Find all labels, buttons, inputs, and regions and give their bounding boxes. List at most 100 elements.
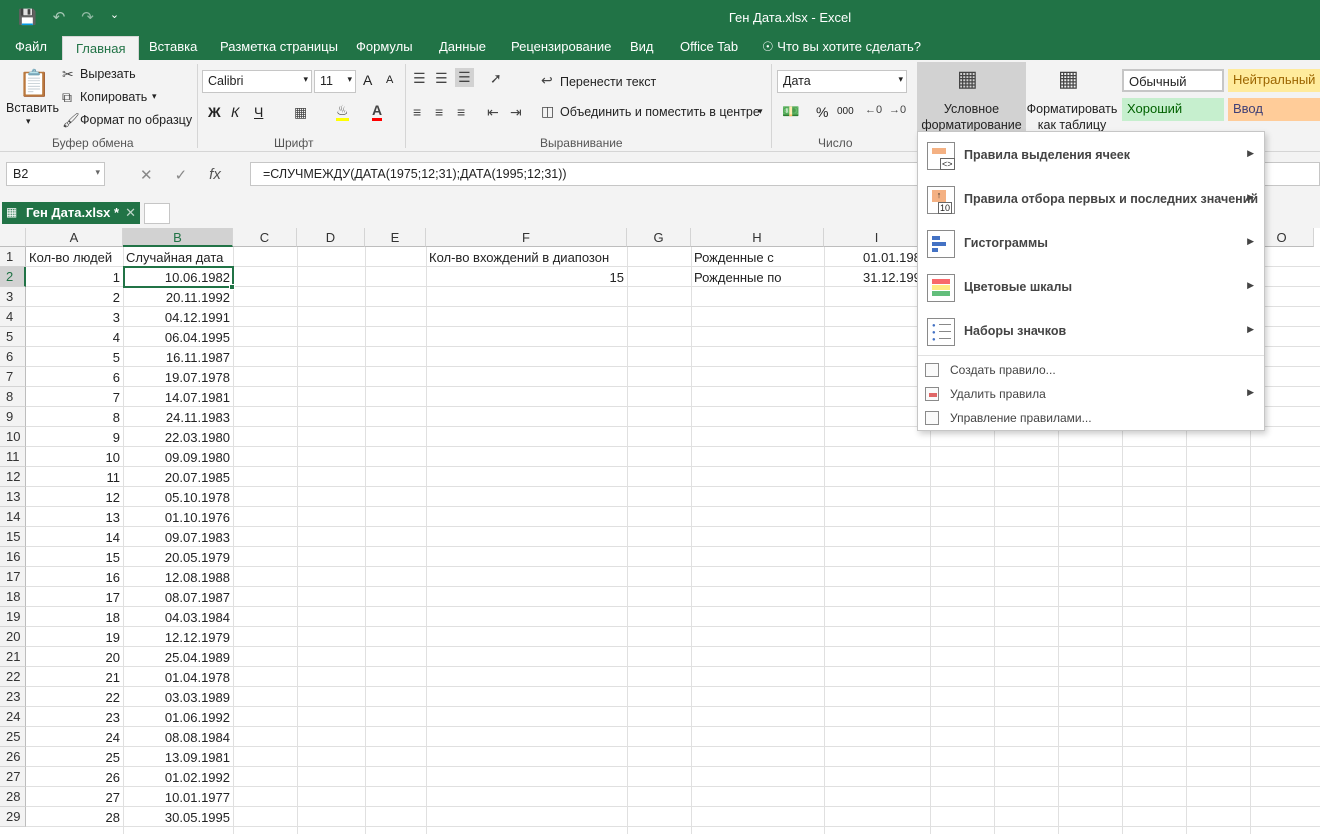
italic-button[interactable]: К [231,104,239,120]
row-header[interactable]: 29 [0,807,26,827]
cell-b[interactable]: 01.06.1992 [123,707,233,727]
font-color-icon[interactable]: A [372,102,383,121]
cell-b[interactable]: 05.10.1978 [123,487,233,507]
cell-b[interactable]: 12.08.1988 [123,567,233,587]
font-size-select[interactable]: 11 ▾ [314,70,356,93]
bold-button[interactable]: Ж [208,104,221,120]
row-header[interactable]: 15 [0,527,26,547]
tab-page-layout[interactable]: Разметка страницы [220,39,338,54]
row-header[interactable]: 19 [0,607,26,627]
cell-a[interactable]: 6 [26,367,123,387]
format-as-table-button[interactable]: Форматировать как таблицу [1026,101,1118,133]
copy-dropdown-icon[interactable]: ▾ [152,91,157,102]
row-header[interactable]: 11 [0,447,26,467]
insert-function-button[interactable]: fx [209,166,221,184]
tab-file[interactable]: Файл [15,39,47,54]
cell-h2[interactable]: Рожденные по [691,267,824,287]
cell-b[interactable]: 03.03.1989 [123,687,233,707]
menu-item-manage-rules[interactable]: Управление правилами... [918,407,1264,429]
menu-item-highlight-rules[interactable]: <> Правила выделения ячеек ▶ [918,134,1264,178]
row-header[interactable]: 12 [0,467,26,487]
cell-a[interactable]: 3 [26,307,123,327]
document-tab[interactable]: ▦ Ген Дата.xlsx * ✕ [2,202,140,224]
row-header[interactable]: 5 [0,327,26,347]
fill-color-icon[interactable]: ♨ [336,102,349,121]
cell-f1[interactable]: Кол-во вхождений в диапозон [426,247,627,267]
tab-insert[interactable]: Вставка [149,39,197,54]
cell-b[interactable]: 09.09.1980 [123,447,233,467]
cell-b[interactable]: 01.02.1992 [123,767,233,787]
menu-item-clear-rules[interactable]: Удалить правила ▶ [918,383,1264,405]
menu-item-icon-sets[interactable]: ● ● ● Наборы значков ▶ [918,310,1264,354]
column-header-d[interactable]: D [297,228,365,247]
row-header[interactable]: 4 [0,307,26,327]
row-header[interactable]: 8 [0,387,26,407]
cell-b[interactable]: 01.04.1978 [123,667,233,687]
paste-button[interactable]: Вставить [6,101,59,115]
new-tab-button[interactable] [144,203,170,224]
style-neutral[interactable]: Нейтральный [1228,69,1320,92]
cell-b1[interactable]: Случайная дата [123,247,233,267]
grow-font-button[interactable]: A [363,72,372,88]
row-header[interactable]: 3 [0,287,26,307]
name-box[interactable]: B2 ▾ [6,162,105,186]
align-right-icon[interactable]: ≡ [457,104,465,120]
align-center-icon[interactable]: ≡ [435,104,443,120]
cell-a[interactable]: 8 [26,407,123,427]
orientation-icon[interactable]: ➚ [490,70,502,87]
cell-f2[interactable]: 15 [426,267,627,287]
row-header[interactable]: 10 [0,427,26,447]
cell-a[interactable]: 13 [26,507,123,527]
increase-indent-icon[interactable]: ⇥ [510,104,522,121]
percent-button[interactable]: % [816,104,828,120]
cell-a[interactable]: 20 [26,647,123,667]
align-middle-icon[interactable]: ☰ [435,70,448,87]
cell-b[interactable]: 04.12.1991 [123,307,233,327]
cell-b[interactable]: 25.04.1989 [123,647,233,667]
cell-b[interactable]: 13.09.1981 [123,747,233,767]
cell-b[interactable]: 06.04.1995 [123,327,233,347]
cell-a[interactable]: 24 [26,727,123,747]
row-header[interactable]: 24 [0,707,26,727]
cell-a[interactable]: 18 [26,607,123,627]
conditional-formatting-button[interactable]: ▦ Условное форматирование [917,62,1026,134]
row-header[interactable]: 22 [0,667,26,687]
cell-a[interactable]: 23 [26,707,123,727]
paste-dropdown-icon[interactable]: ▾ [26,116,31,127]
cell-b[interactable]: 22.03.1980 [123,427,233,447]
copy-button[interactable]: Копировать [80,90,147,104]
enter-icon[interactable]: ✓ [175,166,188,184]
cell-b[interactable]: 12.12.1979 [123,627,233,647]
cell-b[interactable]: 20.07.1985 [123,467,233,487]
cut-button[interactable]: Вырезать [80,67,136,81]
tab-formulas[interactable]: Формулы [356,39,413,54]
column-header-e[interactable]: E [365,228,426,247]
format-painter-button[interactable]: Формат по образцу [80,113,192,127]
row-header[interactable]: 18 [0,587,26,607]
column-header-i[interactable]: I [824,228,930,247]
cell-b[interactable]: 08.08.1984 [123,727,233,747]
cell-a[interactable]: 7 [26,387,123,407]
row-header[interactable]: 1 [0,247,26,267]
row-header[interactable]: 9 [0,407,26,427]
fill-handle[interactable] [229,284,235,290]
tab-review[interactable]: Рецензирование [511,39,611,54]
column-header-h[interactable]: H [691,228,824,247]
cancel-icon[interactable]: ✕ [140,166,153,184]
decrease-indent-icon[interactable]: ⇤ [487,104,499,121]
style-input[interactable]: Ввод [1228,98,1320,121]
tab-home[interactable]: Главная [62,36,140,60]
cell-a[interactable]: 15 [26,547,123,567]
column-header-f[interactable]: F [426,228,627,247]
column-header-a[interactable]: A [26,228,123,247]
row-header[interactable]: 21 [0,647,26,667]
cell-b[interactable]: 16.11.1987 [123,347,233,367]
cell-a[interactable]: 14 [26,527,123,547]
cell-a[interactable]: 28 [26,807,123,827]
cell-a[interactable]: 22 [26,687,123,707]
align-left-icon[interactable]: ≡ [413,104,421,120]
cell-a[interactable]: 4 [26,327,123,347]
column-header-c[interactable]: C [233,228,297,247]
tell-me-box[interactable]: ☉ Что вы хотите сделать? [762,39,921,55]
column-header-b[interactable]: B [123,228,233,247]
